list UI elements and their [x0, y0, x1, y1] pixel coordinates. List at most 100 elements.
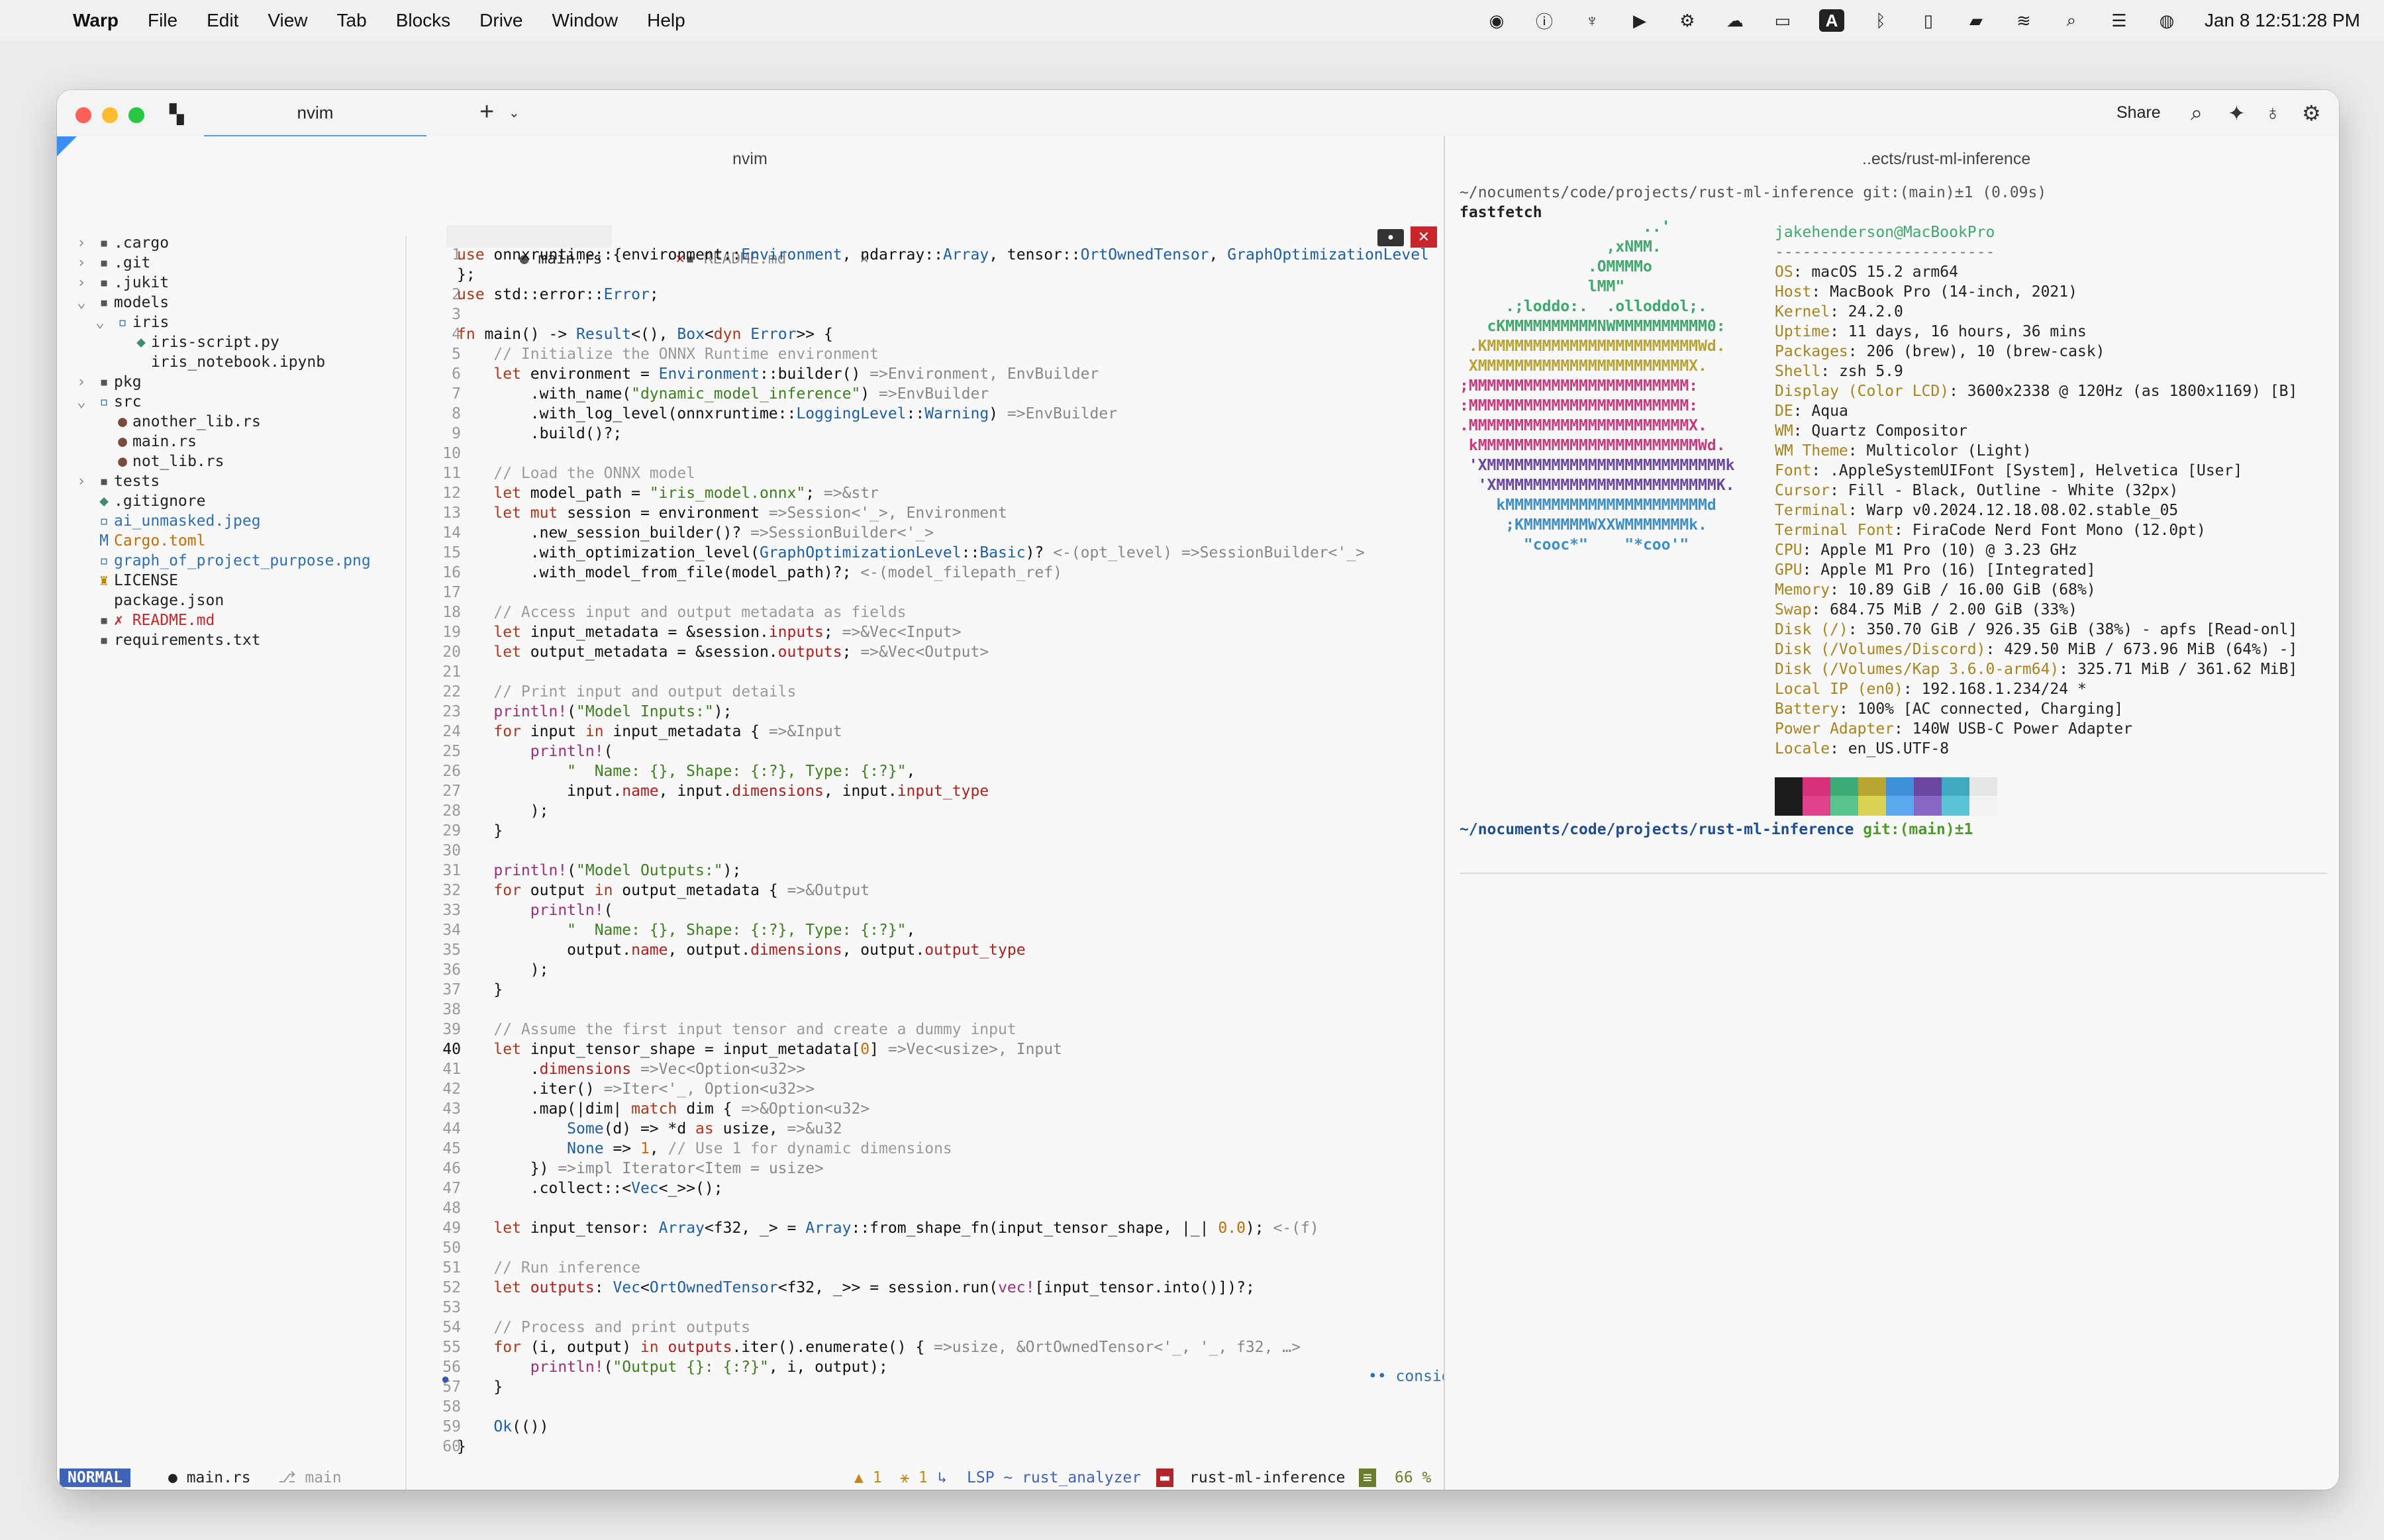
tree-item[interactable]: ● main.rs	[95, 432, 197, 452]
code-line[interactable]: let environment = Environment::builder()…	[457, 364, 1442, 384]
menu-file[interactable]: File	[148, 10, 177, 31]
code-line[interactable]: }	[457, 1377, 1442, 1397]
buffer-tab-readme[interactable]: ▪ README.md ×	[630, 225, 869, 267]
code-line[interactable]: );	[457, 801, 1442, 821]
code-line[interactable]: output.name, output.dimensions, output.o…	[457, 940, 1442, 960]
code-line[interactable]: // Load the ONNX model	[457, 463, 1442, 483]
ai-sparkle-icon[interactable]: ✦	[2228, 101, 2246, 126]
code-line[interactable]: // Print input and output details	[457, 682, 1442, 702]
menu-edit[interactable]: Edit	[207, 10, 238, 31]
share-button[interactable]: Share	[2116, 103, 2161, 122]
tree-item[interactable]: ⌄ ▫ src	[77, 392, 142, 412]
tree-item[interactable]: ▪ ✗ README.md	[77, 610, 215, 630]
siri-icon[interactable]: ◍	[2156, 9, 2178, 32]
code-line[interactable]	[457, 444, 1442, 463]
code-line[interactable]: None => 1, // Use 1 for dynamic dimensio…	[457, 1139, 1442, 1159]
code-line[interactable]: Ok(())	[457, 1417, 1442, 1437]
code-line[interactable]	[457, 305, 1442, 324]
code-line[interactable]: }	[457, 980, 1442, 1000]
code-line[interactable]: let mut session = environment =>Session<…	[457, 503, 1442, 523]
code-line[interactable]: let outputs: Vec<OrtOwnedTensor<f32, _>>…	[457, 1278, 1442, 1298]
bluetooth-icon[interactable]: ᛒ	[1869, 9, 1892, 32]
code-line[interactable]: .with_log_level(onnxruntime::LoggingLeve…	[457, 404, 1442, 424]
code-line[interactable]	[457, 1000, 1442, 1020]
code-line[interactable]: }) =>impl Iterator<Item = usize>	[457, 1159, 1442, 1179]
code-line[interactable]	[457, 1238, 1442, 1258]
menu-help[interactable]: Help	[647, 10, 685, 31]
search-icon[interactable]: ⌕	[2191, 101, 2203, 126]
code-editor[interactable]: use onnxruntime::{environment::Environme…	[457, 245, 1442, 1457]
menu-blocks[interactable]: Blocks	[396, 10, 450, 31]
code-line[interactable]: println!(	[457, 742, 1442, 761]
gear-icon[interactable]: ⚙	[1676, 9, 1699, 32]
code-line[interactable]: Some(d) => *d as usize, =>&u32	[457, 1119, 1442, 1139]
code-line[interactable]: use onnxruntime::{environment::Environme…	[457, 245, 1442, 265]
maximize-window-button[interactable]	[128, 107, 144, 123]
code-line[interactable]	[457, 1198, 1442, 1218]
menu-view[interactable]: View	[268, 10, 307, 31]
code-line[interactable]: .dimensions =>Vec<Option<u32>>	[457, 1059, 1442, 1079]
buffer-tab-main[interactable]: ● main.rs ×	[446, 225, 685, 267]
tree-item[interactable]: ● another_lib.rs	[95, 412, 261, 432]
menu-app-name[interactable]: Warp	[73, 10, 119, 31]
tree-item[interactable]: › ▪ .jukit	[77, 273, 169, 293]
code-line[interactable]: // Access input and output metadata as f…	[457, 602, 1442, 622]
code-line[interactable]: println!(	[457, 900, 1442, 920]
tree-item[interactable]: ♜ LICENSE	[77, 571, 178, 591]
menu-drive[interactable]: Drive	[479, 10, 522, 31]
code-line[interactable]	[457, 1397, 1442, 1417]
tree-item[interactable]: ⌄ ▫ iris	[95, 313, 169, 332]
tree-item[interactable]: › ▪ .git	[77, 253, 150, 273]
tree-item[interactable]: ▫ ai_unmasked.jpeg	[77, 511, 261, 531]
tabs-panel-icon[interactable]: ▚	[170, 103, 184, 125]
lightbulb-icon[interactable]: ♁	[2265, 101, 2281, 125]
code-line[interactable]: let model_path = "iris_model.onnx"; =>&s…	[457, 483, 1442, 503]
display-icon[interactable]: ▭	[1771, 9, 1794, 32]
code-line[interactable]	[457, 841, 1442, 861]
battery-icon[interactable]: ▰	[1965, 9, 1987, 32]
code-line[interactable]: " Name: {}, Shape: {:?}, Type: {:?}",	[457, 920, 1442, 940]
tree-item[interactable]: ▫ graph_of_project_purpose.png	[77, 551, 371, 571]
code-line[interactable]: .with_model_from_file(model_path)?; <-(m…	[457, 563, 1442, 583]
code-line[interactable]: for (i, output) in outputs.iter().enumer…	[457, 1337, 1442, 1357]
tree-item[interactable]: ● not_lib.rs	[95, 452, 224, 471]
code-line[interactable]: .iter() =>Iter<'_, Option<u32>>	[457, 1079, 1442, 1099]
code-line[interactable]: .with_optimization_level(GraphOptimizati…	[457, 543, 1442, 563]
code-line[interactable]: // Initialize the ONNX Runtime environme…	[457, 344, 1442, 364]
code-line[interactable]: .new_session_builder()? =>SessionBuilder…	[457, 523, 1442, 543]
tree-item[interactable]: package.json	[77, 591, 224, 610]
code-line[interactable]: // Run inference	[457, 1258, 1442, 1278]
new-tab-plus-icon[interactable]: +	[479, 98, 494, 126]
code-line[interactable]: println!("Model Outputs:");	[457, 861, 1442, 881]
tab-nvim[interactable]: nvim	[204, 90, 426, 138]
code-line[interactable]: .with_name("dynamic_model_inference") =>…	[457, 384, 1442, 404]
minimize-window-button[interactable]	[102, 107, 118, 123]
code-line[interactable]: fn main() -> Result<(), Box<dyn Error>> …	[457, 324, 1442, 344]
code-line[interactable]: );	[457, 960, 1442, 980]
code-line[interactable]: // Process and print outputs	[457, 1318, 1442, 1337]
code-line[interactable]: }	[457, 1437, 1442, 1457]
code-line[interactable]	[457, 583, 1442, 602]
tree-item[interactable]: ◆ iris-script.py	[114, 332, 279, 352]
code-line[interactable]: // Assume the first input tensor and cre…	[457, 1020, 1442, 1039]
code-line[interactable]: let input_metadata = &session.inputs; =>…	[457, 622, 1442, 642]
code-line[interactable]: println!("Model Inputs:");	[457, 702, 1442, 722]
menu-clock[interactable]: Jan 8 12:51:28 PM	[2205, 10, 2360, 31]
code-line[interactable]: .collect::<Vec<_>>();	[457, 1179, 1442, 1198]
tree-item[interactable]: ▪ requirements.txt	[77, 630, 261, 650]
play-icon[interactable]: ▶	[1628, 9, 1651, 32]
window-icon[interactable]: ▯	[1917, 9, 1940, 32]
code-line[interactable]: for output in output_metadata { =>&Outpu…	[457, 881, 1442, 900]
tree-item[interactable]: › ▪ tests	[77, 471, 160, 491]
tree-item[interactable]: › ▪ pkg	[77, 372, 142, 392]
search-icon[interactable]: ⌕	[2060, 9, 2083, 32]
chevron-down-icon[interactable]: ⌄	[509, 105, 520, 121]
settings-gear-icon[interactable]: ⚙	[2302, 101, 2321, 126]
creative-cloud-icon[interactable]: ◉	[1485, 9, 1508, 32]
code-line[interactable]: .map(|dim| match dim { =>&Option<u32>	[457, 1099, 1442, 1119]
menu-window[interactable]: Window	[552, 10, 619, 31]
weather-icon[interactable]: ☁	[1724, 9, 1746, 32]
tree-item[interactable]: ◆ .gitignore	[77, 491, 205, 511]
code-line[interactable]: let input_tensor_shape = input_metadata[…	[457, 1039, 1442, 1059]
code-line[interactable]	[457, 1298, 1442, 1318]
